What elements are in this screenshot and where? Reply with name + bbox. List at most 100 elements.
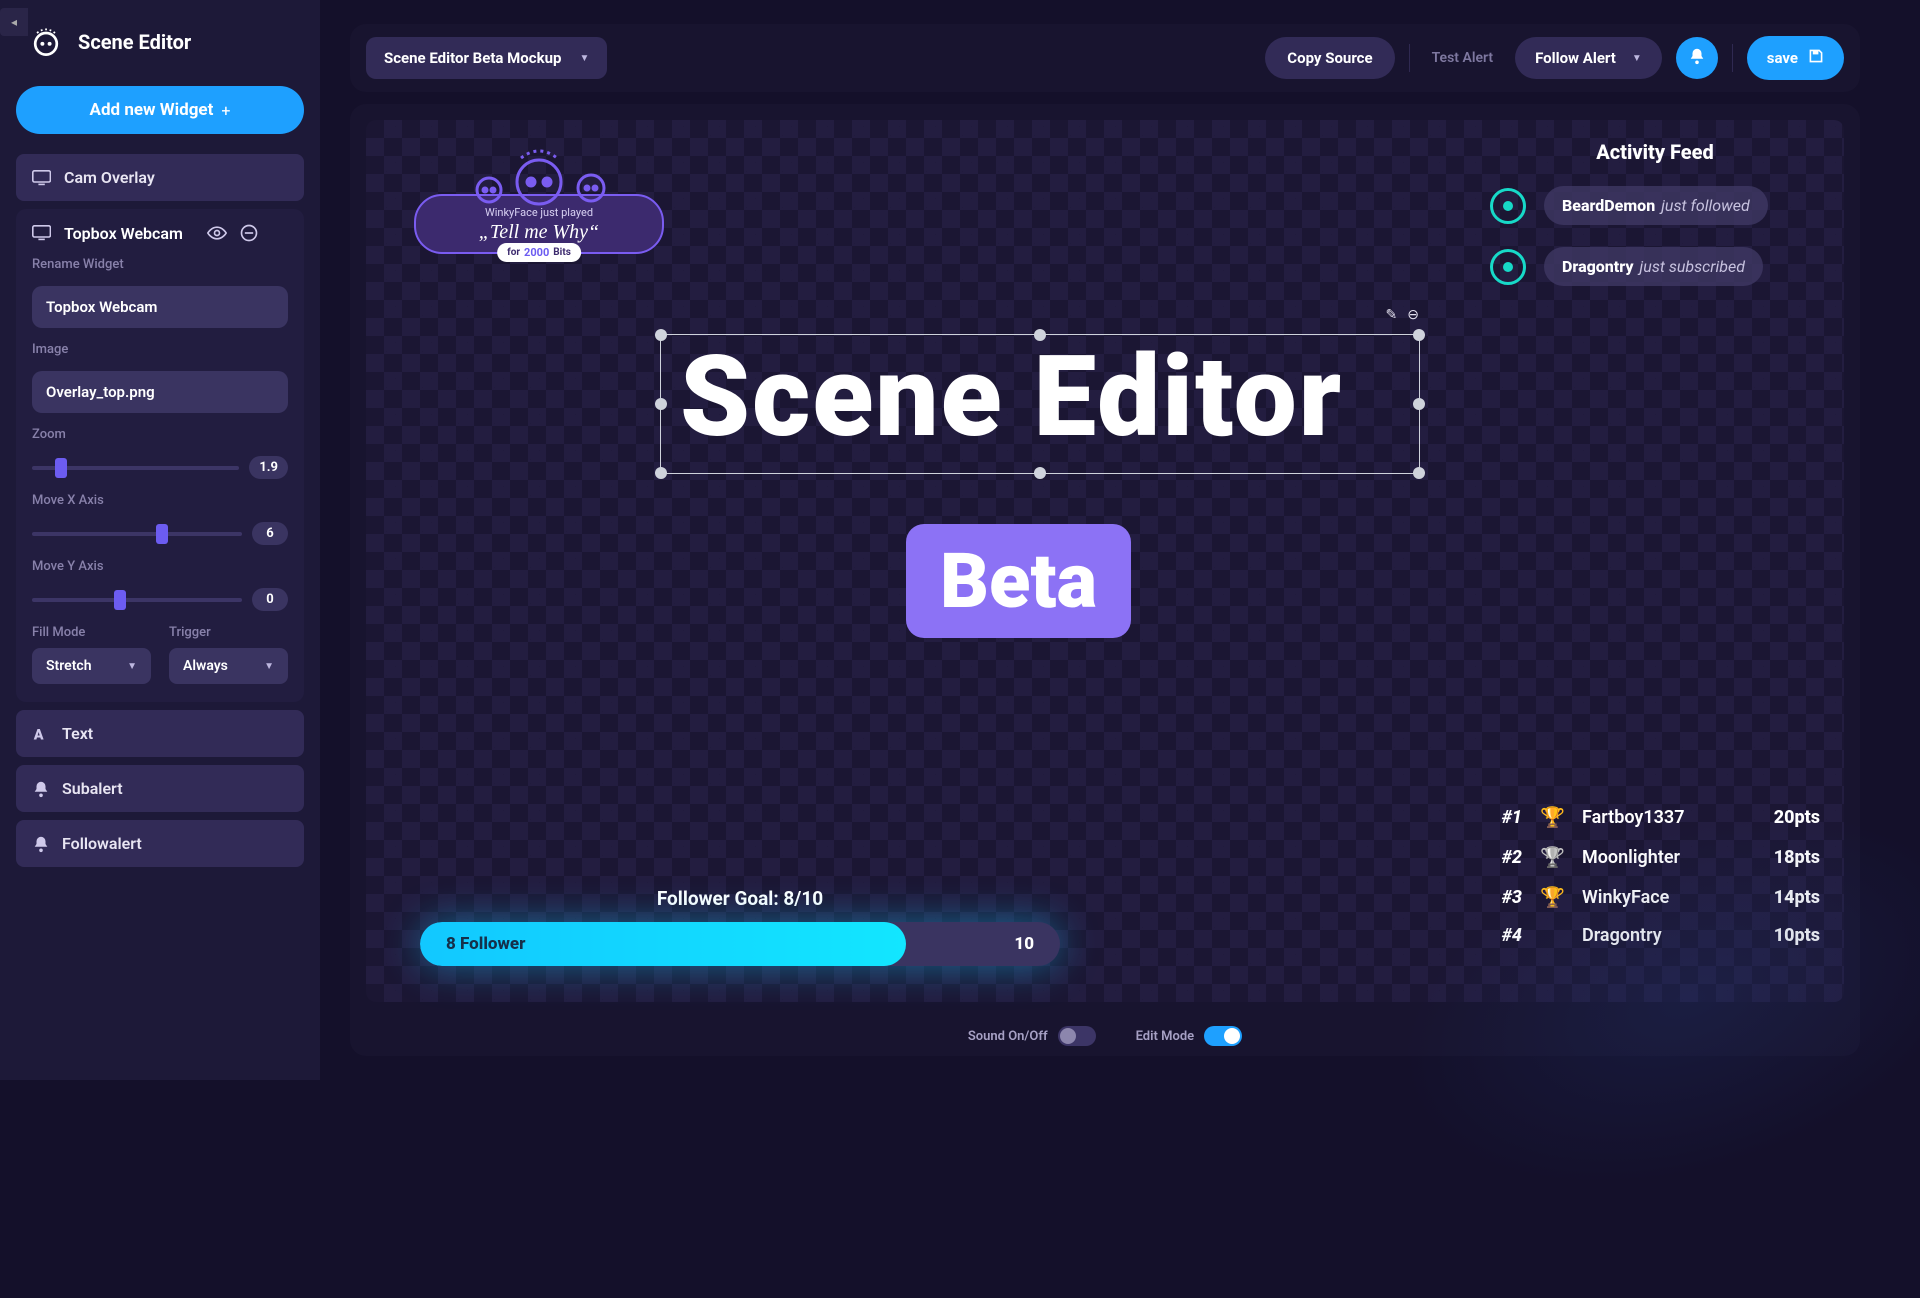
monitor-icon xyxy=(32,225,52,241)
test-alert-link[interactable]: Test Alert xyxy=(1424,50,1501,66)
goal-bar: 8 Follower 10 xyxy=(420,922,1060,966)
board-points: 10pts xyxy=(1774,925,1820,946)
resize-handle[interactable] xyxy=(1413,398,1425,410)
visibility-icon[interactable] xyxy=(207,223,227,243)
rank: #3 xyxy=(1490,887,1522,908)
fillmode-value: Stretch xyxy=(46,658,92,674)
chevron-down-icon: ▼ xyxy=(264,661,274,672)
widget-item-label: Topbox Webcam xyxy=(64,224,183,243)
editmode-toggle[interactable] xyxy=(1204,1026,1242,1046)
image-label: Image xyxy=(32,342,288,357)
svg-text:A: A xyxy=(33,726,44,743)
mascot-icon xyxy=(449,138,629,210)
text-icon: A xyxy=(32,725,50,743)
widget-item-label: Subalert xyxy=(62,779,123,798)
collapse-icon[interactable] xyxy=(239,223,259,243)
overlay-bits-badge[interactable]: WinkyFace just played „Tell me Why“ for … xyxy=(414,144,664,254)
leaderboard: #1 🏆 Fartboy1337 20pts #2 🏆 Moonlighter … xyxy=(1490,805,1820,946)
chevron-down-icon: ▼ xyxy=(1632,53,1642,64)
resize-handle[interactable] xyxy=(1413,467,1425,479)
copy-source-button[interactable]: Copy Source xyxy=(1265,37,1394,79)
follow-alert-select[interactable]: Follow Alert ▼ xyxy=(1515,37,1662,79)
bell-icon xyxy=(1688,47,1706,69)
movex-slider[interactable] xyxy=(32,532,242,536)
feed-action: just followed xyxy=(1661,196,1750,215)
widget-item-followalert[interactable]: Followalert xyxy=(16,820,304,867)
board-row: #3 🏆 WinkyFace 14pts xyxy=(1490,885,1820,909)
board-points: 20pts xyxy=(1774,807,1820,828)
board-name: Dragontry xyxy=(1582,925,1756,946)
app-title: Scene Editor xyxy=(78,30,191,54)
widget-item-text[interactable]: A Text xyxy=(16,710,304,757)
toolbar: Scene Editor Beta Mockup ▼ Copy Source T… xyxy=(350,24,1860,92)
monitor-icon xyxy=(32,170,52,186)
image-input[interactable] xyxy=(32,371,288,413)
remove-icon[interactable]: ⊖ xyxy=(1407,307,1419,323)
divider xyxy=(1409,44,1410,72)
feed-item: BeardDemon just followed xyxy=(1490,186,1820,225)
overlay-chip: for 2000 Bits xyxy=(497,243,581,262)
resize-handle[interactable] xyxy=(655,329,667,341)
chevron-down-icon: ▼ xyxy=(127,661,137,672)
fillmode-label: Fill Mode xyxy=(32,625,151,640)
editmode-toggle-label: Edit Mode xyxy=(1136,1029,1195,1044)
bell-icon xyxy=(32,780,50,798)
feed-dot-icon xyxy=(1490,188,1526,224)
resize-handle[interactable] xyxy=(655,467,667,479)
resize-handle[interactable] xyxy=(655,398,667,410)
movex-value: 6 xyxy=(252,522,288,545)
board-row: #2 🏆 Moonlighter 18pts xyxy=(1490,845,1820,869)
app-logo-icon xyxy=(28,24,64,60)
sidebar-collapse-button[interactable] xyxy=(0,8,28,36)
bell-icon xyxy=(32,835,50,853)
resize-handle[interactable] xyxy=(1413,329,1425,341)
movey-slider[interactable] xyxy=(32,598,242,602)
widget-panel-topbox: Topbox Webcam Rename Widget Image Zoom 1… xyxy=(16,209,304,702)
trigger-value: Always xyxy=(183,658,228,674)
overlay-line2: „Tell me Why“ xyxy=(436,221,642,244)
feed-dot-icon xyxy=(1490,249,1526,285)
add-widget-button[interactable]: Add new Widget + xyxy=(16,86,304,134)
rank: #1 xyxy=(1490,807,1522,828)
sound-toggle-label: Sound On/Off xyxy=(968,1029,1048,1044)
trophy-icon: 🏆 xyxy=(1540,845,1564,869)
board-points: 14pts xyxy=(1774,887,1820,908)
trophy-icon: 🏆 xyxy=(1540,805,1564,829)
canvas[interactable]: WinkyFace just played „Tell me Why“ for … xyxy=(350,104,1860,1056)
widget-item-label: Followalert xyxy=(62,834,142,853)
widget-item-cam-overlay[interactable]: Cam Overlay xyxy=(16,154,304,201)
save-button[interactable]: save xyxy=(1747,36,1844,80)
save-icon xyxy=(1808,48,1824,68)
scene-select[interactable]: Scene Editor Beta Mockup ▼ xyxy=(366,37,607,79)
trigger-select[interactable]: Always ▼ xyxy=(169,648,288,684)
edit-icon[interactable]: ✎ xyxy=(1386,307,1398,323)
movey-label: Move Y Axis xyxy=(32,559,288,574)
resize-handle[interactable] xyxy=(1034,467,1046,479)
rank: #4 xyxy=(1490,925,1522,946)
goal-target: 10 xyxy=(1014,934,1060,954)
plus-icon: + xyxy=(221,101,230,120)
board-name: Fartboy1337 xyxy=(1582,807,1756,828)
rank: #2 xyxy=(1490,847,1522,868)
sidebar: Scene Editor Add new Widget + Cam Overla… xyxy=(0,0,320,1080)
feed-title: Activity Feed xyxy=(1490,140,1820,164)
fillmode-select[interactable]: Stretch ▼ xyxy=(32,648,151,684)
canvas-title-text[interactable]: Scene Editor xyxy=(680,332,1343,463)
divider xyxy=(1732,44,1733,72)
goal-title: Follower Goal: 8/10 xyxy=(420,887,1060,910)
movex-label: Move X Axis xyxy=(32,493,288,508)
zoom-slider[interactable] xyxy=(32,466,239,470)
zoom-value: 1.9 xyxy=(249,456,288,479)
follower-goal-widget[interactable]: Follower Goal: 8/10 8 Follower 10 xyxy=(420,887,1060,966)
save-label: save xyxy=(1767,49,1798,67)
canvas-beta-badge[interactable]: Beta xyxy=(906,524,1131,638)
main: Scene Editor Beta Mockup ▼ Copy Source T… xyxy=(320,0,1920,1080)
board-name: WinkyFace xyxy=(1582,887,1756,908)
alert-bell-button[interactable] xyxy=(1676,37,1718,79)
sidebar-header: Scene Editor xyxy=(16,16,304,78)
rename-input[interactable] xyxy=(32,286,288,328)
zoom-label: Zoom xyxy=(32,427,288,442)
add-widget-label: Add new Widget xyxy=(90,100,214,120)
widget-item-subalert[interactable]: Subalert xyxy=(16,765,304,812)
sound-toggle[interactable] xyxy=(1058,1026,1096,1046)
